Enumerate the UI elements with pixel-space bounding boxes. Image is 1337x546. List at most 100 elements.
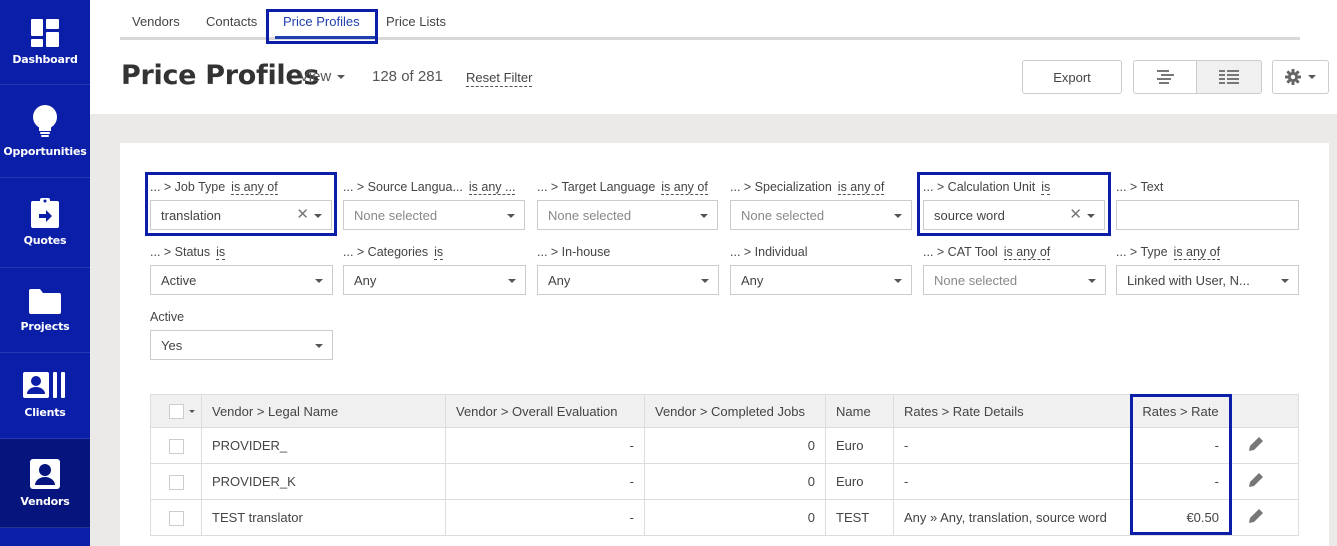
filter-operator-categories[interactable]: is [434, 245, 444, 260]
job-type-select[interactable]: translation ✕ [150, 200, 332, 230]
target-language-select[interactable]: None selected [537, 200, 718, 230]
filter-label-type: ... > Type is any of [1116, 245, 1221, 260]
sidebar-item-projects[interactable]: Projects [0, 268, 90, 353]
export-button[interactable]: Export [1022, 60, 1122, 94]
caret-down-icon [314, 214, 322, 218]
categories-select[interactable]: Any [343, 265, 526, 295]
filter-operator-specialization[interactable]: is any of [837, 180, 885, 195]
table-row[interactable]: PROVIDER_ - 0 Euro - - [150, 427, 1299, 464]
settings-dropdown-button[interactable] [1272, 60, 1329, 94]
filter-operator-job-type[interactable]: is any of [231, 180, 278, 195]
sidebar-item-label: Quotes [23, 234, 67, 247]
view-dropdown[interactable]: View [299, 68, 346, 85]
sidebar-item-dashboard[interactable]: Dashboard [0, 0, 90, 85]
select-all-checkbox[interactable] [169, 404, 184, 420]
tab-price-profiles[interactable]: Price Profiles [283, 14, 360, 29]
row-checkbox[interactable] [169, 474, 184, 490]
sidebar-item-label: Vendors [20, 494, 70, 508]
clear-icon[interactable]: ✕ [1069, 207, 1082, 223]
text-filter-input[interactable] [1116, 200, 1299, 230]
specialization-select[interactable]: None selected [730, 200, 912, 230]
caret-down-icon [894, 279, 902, 283]
source-language-value: None selected [354, 207, 438, 223]
sidebar-item-opportunities[interactable]: Opportunities [0, 85, 90, 178]
caret-down-icon [1087, 214, 1095, 218]
cell-rate-details: - [893, 463, 1132, 500]
cell-legal-name: PROVIDER_ [201, 427, 446, 464]
pencil-icon[interactable] [1248, 472, 1264, 491]
row-checkbox[interactable] [169, 510, 184, 526]
table-header-row: Vendor > Legal Name Vendor > Overall Eva… [150, 394, 1299, 428]
caret-down-icon [337, 75, 346, 80]
sidebar-item-label: Projects [20, 319, 70, 333]
compact-view-button[interactable] [1133, 60, 1197, 94]
column-header-rate[interactable]: Rates > Rate [1131, 394, 1230, 428]
calculation-unit-select[interactable]: source word ✕ [923, 200, 1105, 230]
filter-label-specialization: ... > Specialization is any of [730, 180, 885, 195]
cell-evaluation: - [445, 463, 645, 500]
cell-completed-jobs: 0 [644, 427, 826, 464]
type-select[interactable]: Linked with User, N... [1116, 265, 1299, 295]
filter-operator-cat-tool[interactable]: is any of [1003, 245, 1051, 260]
status-select[interactable]: Active [150, 265, 333, 295]
filter-label-in-house: ... > In-house [537, 245, 611, 259]
column-header-overall-evaluation[interactable]: Vendor > Overall Evaluation [445, 394, 645, 428]
clear-icon[interactable]: ✕ [296, 207, 309, 223]
tab-vendors[interactable]: Vendors [132, 14, 180, 29]
filter-label-source-language: ... > Source Langua... is any ... [343, 180, 516, 195]
column-header-name[interactable]: Name [825, 394, 894, 428]
column-header-legal-name[interactable]: Vendor > Legal Name [201, 394, 446, 428]
filter-label-individual: ... > Individual [730, 245, 808, 259]
tab-bar: Vendors Contacts Price Profiles Price Li… [120, 0, 1300, 40]
column-header-completed-jobs[interactable]: Vendor > Completed Jobs [644, 394, 826, 428]
list-view-button[interactable] [1196, 60, 1262, 94]
sidebar-item-quotes[interactable]: Quotes [0, 178, 90, 268]
cell-completed-jobs: 0 [644, 463, 826, 500]
reset-filter-link[interactable]: Reset Filter [466, 70, 533, 87]
cat-tool-select[interactable]: None selected [923, 265, 1106, 295]
column-header-rate-details[interactable]: Rates > Rate Details [893, 394, 1132, 428]
categories-value: Any [354, 272, 377, 288]
active-select[interactable]: Yes [150, 330, 333, 360]
filter-label-job-type: ... > Job Type is any of [150, 180, 278, 195]
table-row[interactable]: PROVIDER_K - 0 Euro - - [150, 463, 1299, 500]
filter-operator-type[interactable]: is any of [1173, 245, 1221, 260]
cell-evaluation: - [445, 427, 645, 464]
filter-operator-calculation-unit[interactable]: is [1041, 180, 1051, 195]
caret-down-icon [507, 214, 515, 218]
select-all-header[interactable] [150, 394, 202, 428]
cell-rate-details: Any » Any, translation, source word [893, 499, 1132, 536]
filter-label-cat-tool: ... > CAT Tool is any of [923, 245, 1051, 260]
cat-tool-value: None selected [934, 272, 1018, 288]
sidebar-item-label: Clients [24, 406, 66, 419]
sidebar-item-label: Dashboard [12, 52, 78, 66]
filter-label-target-language: ... > Target Language is any of [537, 180, 708, 195]
in-house-select[interactable]: Any [537, 265, 719, 295]
align-lines-icon [1157, 70, 1174, 84]
filter-operator-target-language[interactable]: is any of [661, 180, 708, 195]
target-language-value: None selected [548, 207, 632, 223]
record-count: 128 of 281 [372, 68, 443, 85]
filter-operator-source-language[interactable]: is any ... [468, 180, 516, 195]
status-value: Active [161, 272, 197, 288]
column-header-actions [1229, 394, 1299, 428]
source-language-select[interactable]: None selected [343, 200, 525, 230]
active-tab-indicator [275, 36, 375, 39]
tab-contacts[interactable]: Contacts [206, 14, 257, 29]
sidebar-item-clients[interactable]: Clients [0, 353, 90, 439]
individual-select[interactable]: Any [730, 265, 912, 295]
filter-operator-status[interactable]: is [216, 245, 226, 260]
pencil-icon[interactable] [1248, 436, 1264, 455]
gear-icon [1285, 69, 1301, 85]
caret-down-icon[interactable] [189, 410, 195, 414]
sidebar: Dashboard Opportunities Quotes Projects … [0, 0, 90, 546]
price-profiles-table: Vendor > Legal Name Vendor > Overall Eva… [150, 394, 1299, 536]
tab-price-lists[interactable]: Price Lists [386, 14, 446, 29]
table-row[interactable]: TEST translator - 0 TEST Any » Any, tran… [150, 499, 1299, 536]
cell-rate-details: - [893, 427, 1132, 464]
caret-down-icon [1281, 279, 1289, 283]
row-checkbox[interactable] [169, 438, 184, 454]
pencil-icon[interactable] [1248, 508, 1264, 527]
sidebar-item-vendors[interactable]: Vendors [0, 439, 90, 528]
caret-down-icon [315, 344, 323, 348]
